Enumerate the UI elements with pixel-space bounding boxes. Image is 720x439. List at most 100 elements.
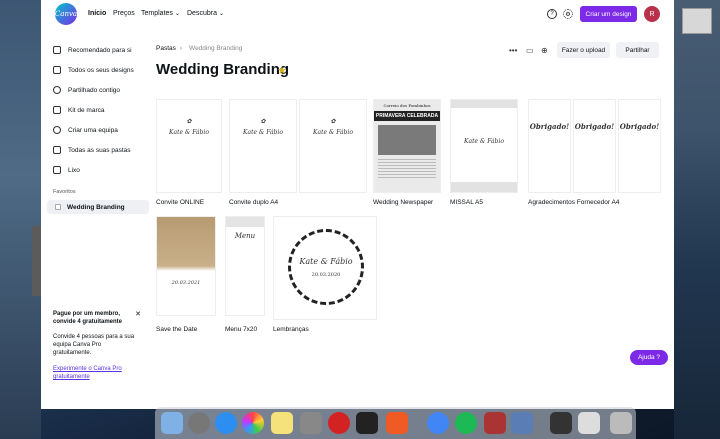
sidebar-item-label: Criar uma equipa <box>68 126 118 134</box>
wreath-icon <box>288 229 364 305</box>
breadcrumb-current: Wedding Branding <box>189 45 243 52</box>
gear-icon[interactable]: ⚙ <box>563 9 573 19</box>
design-thumbnail-page3[interactable]: Obrigado! <box>618 99 661 193</box>
design-thumbnail-page2[interactable]: Obrigado! <box>573 99 616 193</box>
chrome-icon[interactable] <box>427 412 449 434</box>
spotify-icon[interactable] <box>455 412 477 434</box>
design-card[interactable]: ✿ Kate & Fábio Convite ONLINE <box>156 99 222 209</box>
desktop-left <box>0 0 41 439</box>
design-card[interactable]: Menu Menu 7x20 <box>225 216 267 336</box>
favor-date: 20.03.2020 <box>311 272 341 278</box>
help-button[interactable]: Ajuda ? <box>630 350 668 365</box>
more-icon[interactable]: ••• <box>509 46 517 55</box>
preview-icon[interactable] <box>511 412 533 434</box>
newspaper-headline: PRIMAVERA CELEBRADA <box>374 111 440 121</box>
brave-icon[interactable] <box>386 412 408 434</box>
finder-icon[interactable] <box>161 412 183 434</box>
photos-icon[interactable] <box>242 412 264 434</box>
dictionary-icon[interactable] <box>484 412 506 434</box>
design-thumbnail[interactable]: 20.03.2021 <box>156 216 216 316</box>
design-thumbnail[interactable]: ✿ Kate & Fábio <box>156 99 222 193</box>
top-bar: Canva Início Preços Templates ⌄ Descubra ⌄… <box>41 0 674 28</box>
create-design-button[interactable]: Criar um design <box>580 6 637 22</box>
nav-discover[interactable]: Descubra ⌄ <box>187 10 224 17</box>
design-card[interactable]: Correio dos Pombinhos PRIMAVERA CELEBRAD… <box>373 99 443 209</box>
sidebar-item-folders[interactable]: Todas as suas pastas <box>53 144 131 156</box>
close-icon[interactable]: ✕ <box>135 310 141 318</box>
nav-pricing[interactable]: Preços <box>113 10 135 17</box>
sidebar-item-shared[interactable]: Partilhado contigo <box>53 84 120 96</box>
downloads-stack-icon[interactable] <box>550 412 572 434</box>
nav-home[interactable]: Início <box>88 10 106 17</box>
grid-icon <box>53 66 61 74</box>
desktop-file-thumbnail[interactable] <box>682 8 712 34</box>
breadcrumb-root[interactable]: Pastas <box>156 45 176 52</box>
design-label[interactable]: Convite duplo A4 <box>229 199 278 206</box>
sidebar-item-trash[interactable]: Lixo <box>53 164 80 176</box>
newspaper-photo <box>378 125 436 155</box>
design-label[interactable]: Convite ONLINE <box>156 199 204 206</box>
notes-icon[interactable] <box>271 412 293 434</box>
chevron-down-icon: ⌄ <box>218 11 224 17</box>
main-content: Pastas › Wedding Branding ••• ▭ ⊕ Fazer o … <box>149 36 674 409</box>
help-icon[interactable]: ? <box>547 9 557 19</box>
design-card[interactable]: Obrigado! Obrigado! Obrigado! Agradecime… <box>528 99 663 209</box>
launchpad-icon[interactable] <box>188 412 210 434</box>
design-card[interactable]: ✿ Kate & Fábio ✿ Kate & Fábio Convite du… <box>229 99 369 209</box>
menu-title: Menu <box>234 232 256 240</box>
save-date-text: 20.03.2021 <box>171 280 201 286</box>
floral-icon: ✿ <box>330 118 336 125</box>
design-thumbnail-page2[interactable]: ✿ Kate & Fábio <box>299 99 367 193</box>
new-folder-icon[interactable]: ⊕ <box>541 46 548 55</box>
nav-templates-label: Templates <box>141 10 173 17</box>
design-card[interactable]: 20.03.2021 Save the Date <box>156 216 218 336</box>
design-label[interactable]: Menu 7x20 <box>225 326 257 333</box>
design-label[interactable]: Lembranças <box>273 326 309 333</box>
activity-monitor-icon[interactable] <box>356 412 378 434</box>
chevron-down-icon: ⌄ <box>174 11 180 17</box>
avatar[interactable]: R <box>644 6 660 22</box>
trash-icon <box>53 166 61 174</box>
documents-stack-icon[interactable] <box>578 412 600 434</box>
star-icon[interactable]: ★ <box>277 64 287 77</box>
people-icon <box>53 86 61 94</box>
trash-icon[interactable] <box>610 412 632 434</box>
nav-discover-label: Descubra <box>187 10 217 17</box>
thanks-text: Obrigado! <box>574 122 615 131</box>
design-label[interactable]: MISSAL A5 <box>450 199 483 206</box>
design-thumbnail[interactable]: ✿ Kate & Fábio <box>229 99 297 193</box>
design-thumbnail[interactable]: Obrigado! <box>528 99 571 193</box>
design-thumbnail[interactable]: Menu <box>225 216 265 316</box>
invite-names: Kate & Fábio <box>243 129 283 136</box>
sidebar-item-all-designs[interactable]: Todos os seus designs <box>53 64 134 76</box>
sidebar-item-recommended[interactable]: Recomendado para si <box>53 44 132 56</box>
share-button[interactable]: Partilhar <box>616 42 659 58</box>
design-label[interactable]: Save the Date <box>156 326 197 333</box>
design-thumbnail[interactable]: Kate & Fábio 20.03.2020 <box>273 216 377 320</box>
sidebar-item-wedding-branding[interactable]: Wedding Branding <box>47 200 149 214</box>
design-label[interactable]: Wedding Newspaper <box>373 199 433 206</box>
design-card[interactable]: Kate & Fábio 20.03.2020 Lembranças <box>273 216 379 336</box>
newspaper-masthead: Correio dos Pombinhos <box>383 103 431 108</box>
canva-logo[interactable]: Canva <box>55 3 77 25</box>
app-red-icon[interactable] <box>328 412 350 434</box>
system-preferences-icon[interactable] <box>300 412 322 434</box>
promo-link[interactable]: Experimente o Canva Pro gratuitamente <box>53 365 141 381</box>
design-card[interactable]: Kate & Fábio MISSAL A5 <box>450 99 520 209</box>
folder-icon <box>53 146 61 154</box>
design-label[interactable]: Agradecimentos Fornecedor A4 <box>528 199 619 206</box>
breadcrumb: Pastas › Wedding Branding <box>156 45 242 52</box>
sidebar-item-label: Todos os seus designs <box>68 66 134 74</box>
thanks-text: Obrigado! <box>529 122 570 131</box>
invite-names: Kate & Fábio <box>313 129 353 136</box>
design-thumbnail[interactable]: Kate & Fábio <box>450 99 518 193</box>
design-thumbnail[interactable]: Correio dos Pombinhos PRIMAVERA CELEBRAD… <box>373 99 441 193</box>
sidebar-item-create-team[interactable]: Criar uma equipa <box>53 124 118 136</box>
sidebar-item-brand-kit[interactable]: Kit de marca <box>53 104 105 116</box>
team-icon <box>53 126 61 134</box>
present-icon[interactable]: ▭ <box>526 46 534 55</box>
home-icon <box>53 46 61 54</box>
upload-button[interactable]: Fazer o upload <box>557 42 610 58</box>
nav-templates[interactable]: Templates ⌄ <box>141 10 180 17</box>
safari-icon[interactable] <box>215 412 237 434</box>
